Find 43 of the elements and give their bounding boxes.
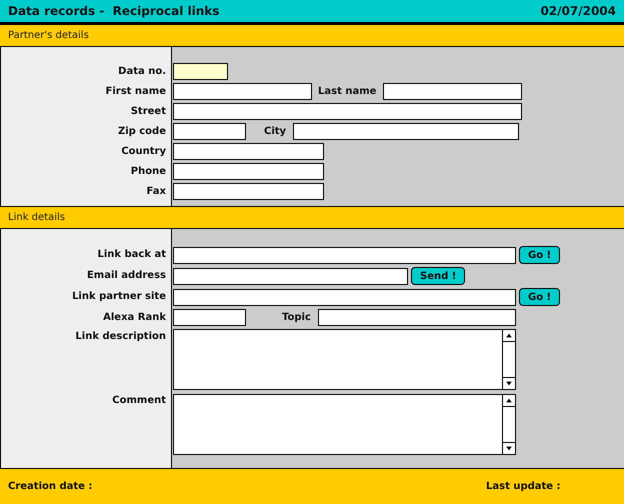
field-label: First name — [104, 85, 167, 97]
input-field[interactable] — [173, 103, 522, 120]
field-label: Country — [120, 145, 167, 157]
section-header: Link details — [0, 206, 624, 229]
action-button[interactable]: Send ! — [411, 267, 466, 285]
field-label: Data no. — [117, 65, 167, 77]
field-label: Topic — [282, 312, 311, 323]
input-field[interactable] — [173, 163, 324, 180]
input-field[interactable] — [173, 143, 324, 160]
field-label: Link back at — [96, 248, 167, 260]
text-area[interactable] — [173, 394, 516, 455]
section-header: Partner's details — [0, 24, 624, 47]
action-button[interactable]: Go ! — [519, 246, 560, 264]
input-field[interactable] — [173, 123, 246, 140]
scrollbar[interactable] — [502, 395, 515, 454]
input-field[interactable] — [173, 288, 516, 306]
field-label: Street — [130, 105, 167, 117]
scrollbar[interactable] — [502, 330, 515, 389]
input-field[interactable] — [383, 83, 522, 100]
field-label: Email address — [86, 269, 167, 281]
input-field[interactable] — [173, 246, 516, 264]
input-field[interactable] — [173, 63, 228, 80]
input-field[interactable] — [173, 268, 408, 284]
creation-date-label: Creation date : — [8, 481, 94, 492]
input-field[interactable] — [173, 183, 324, 200]
field-label: Link description — [74, 330, 167, 342]
field-label: Phone — [130, 165, 167, 177]
field-label: Zip code — [116, 125, 167, 137]
action-button[interactable]: Go ! — [519, 288, 560, 306]
input-field[interactable] — [293, 123, 520, 140]
input-field[interactable] — [173, 83, 312, 100]
field-label: Link partner site — [71, 290, 167, 302]
field-label: Alexa Rank — [102, 311, 167, 323]
input-field[interactable] — [318, 309, 516, 326]
field-label: City — [264, 126, 286, 137]
text-area[interactable] — [173, 329, 516, 390]
field-label: Comment — [111, 394, 167, 406]
date: 02/07/2004 — [540, 4, 616, 18]
field-label: Last name — [318, 86, 376, 97]
field-label: Fax — [146, 185, 167, 197]
last-update-label: Last update : — [486, 481, 562, 492]
window-title: Data records - Reciprocal links — [8, 4, 220, 18]
input-field[interactable] — [173, 309, 246, 326]
